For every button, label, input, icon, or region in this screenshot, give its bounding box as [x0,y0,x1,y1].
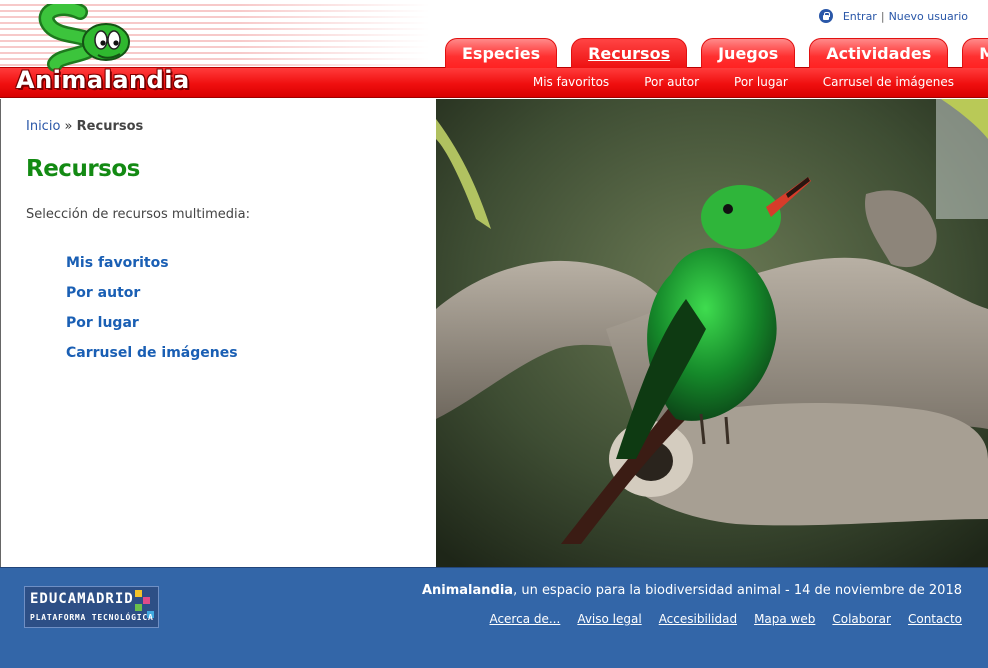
footer-tagline: Animalandia, un espacio para la biodiver… [422,583,962,598]
breadcrumb-separator: » [64,119,73,134]
sub-navigation: Mis favoritos Por autor Por lugar Carrus… [533,75,954,89]
register-link[interactable]: Nuevo usuario [889,10,968,23]
footer-tagline-text: , un espacio para la biodiversidad anima… [513,583,962,598]
resource-list: Mis favoritos Por autor Por lugar Carrus… [26,252,426,361]
login-link[interactable]: Entrar [843,10,877,23]
user-links: Entrar | Nuevo usuario [818,9,968,23]
footer-link-mapa-web[interactable]: Mapa web [754,612,815,626]
resource-link-carrusel[interactable]: Carrusel de imágenes [66,345,238,361]
footer-link-acerca[interactable]: Acerca de... [489,612,560,626]
resource-link-por-lugar[interactable]: Por lugar [66,315,139,331]
subnav-carrusel[interactable]: Carrusel de imágenes [823,75,954,89]
tab-actividades[interactable]: Actividades [809,38,949,68]
list-item: Carrusel de imágenes [66,342,426,361]
footer-link-aviso-legal[interactable]: Aviso legal [577,612,641,626]
content-column: Inicio » Recursos Recursos Selección de … [26,119,426,372]
logo-text[interactable]: Animalandia [16,66,190,94]
resource-link-por-autor[interactable]: Por autor [66,285,140,301]
lock-icon [818,9,833,23]
educamadrid-logo-title: EDUCAMADRID [30,591,134,607]
main-tabs: Especies Recursos Juegos Actividades Más… [445,38,988,68]
footer-site-name: Animalandia [421,583,514,598]
educamadrid-logo-subtitle: PLATAFORMA TECNOLÓGICA [30,613,154,622]
hummingbird-photo [436,99,988,568]
breadcrumb-current: Recursos [76,119,144,134]
educamadrid-logo[interactable]: EDUCAMADRID PLATAFORMA TECNOLÓGICA [24,586,159,628]
tab-recursos[interactable]: Recursos [571,38,688,68]
tab-juegos[interactable]: Juegos [701,38,796,68]
page-intro: Selección de recursos multimedia: [26,207,250,222]
list-item: Por lugar [66,312,426,331]
footer-link-colaborar[interactable]: Colaborar [832,612,891,626]
list-item: Mis favoritos [66,252,426,271]
subnav-mis-favoritos[interactable]: Mis favoritos [533,75,609,89]
subnav-por-lugar[interactable]: Por lugar [734,75,788,89]
tab-especies[interactable]: Especies [445,38,558,68]
tab-mas[interactable]: Más... [962,38,988,68]
site-footer: EDUCAMADRID PLATAFORMA TECNOLÓGICA Anima… [0,567,988,668]
site-header: Animalandia Entrar | Nuevo usuario Espec… [0,0,988,99]
footer-link-accesibilidad[interactable]: Accesibilidad [659,612,737,626]
list-item: Por autor [66,282,426,301]
breadcrumb-home[interactable]: Inicio [26,119,60,134]
footer-links: Acerca de... Aviso legal Accesibilidad M… [489,612,962,626]
resource-link-mis-favoritos[interactable]: Mis favoritos [66,255,169,271]
userlinks-separator: | [880,9,885,23]
main-content: Inicio » Recursos Recursos Selección de … [0,99,988,568]
breadcrumb: Inicio » Recursos [26,119,426,134]
page-title: Recursos [26,156,140,182]
subnav-por-autor[interactable]: Por autor [644,75,699,89]
footer-link-contacto[interactable]: Contacto [908,612,962,626]
